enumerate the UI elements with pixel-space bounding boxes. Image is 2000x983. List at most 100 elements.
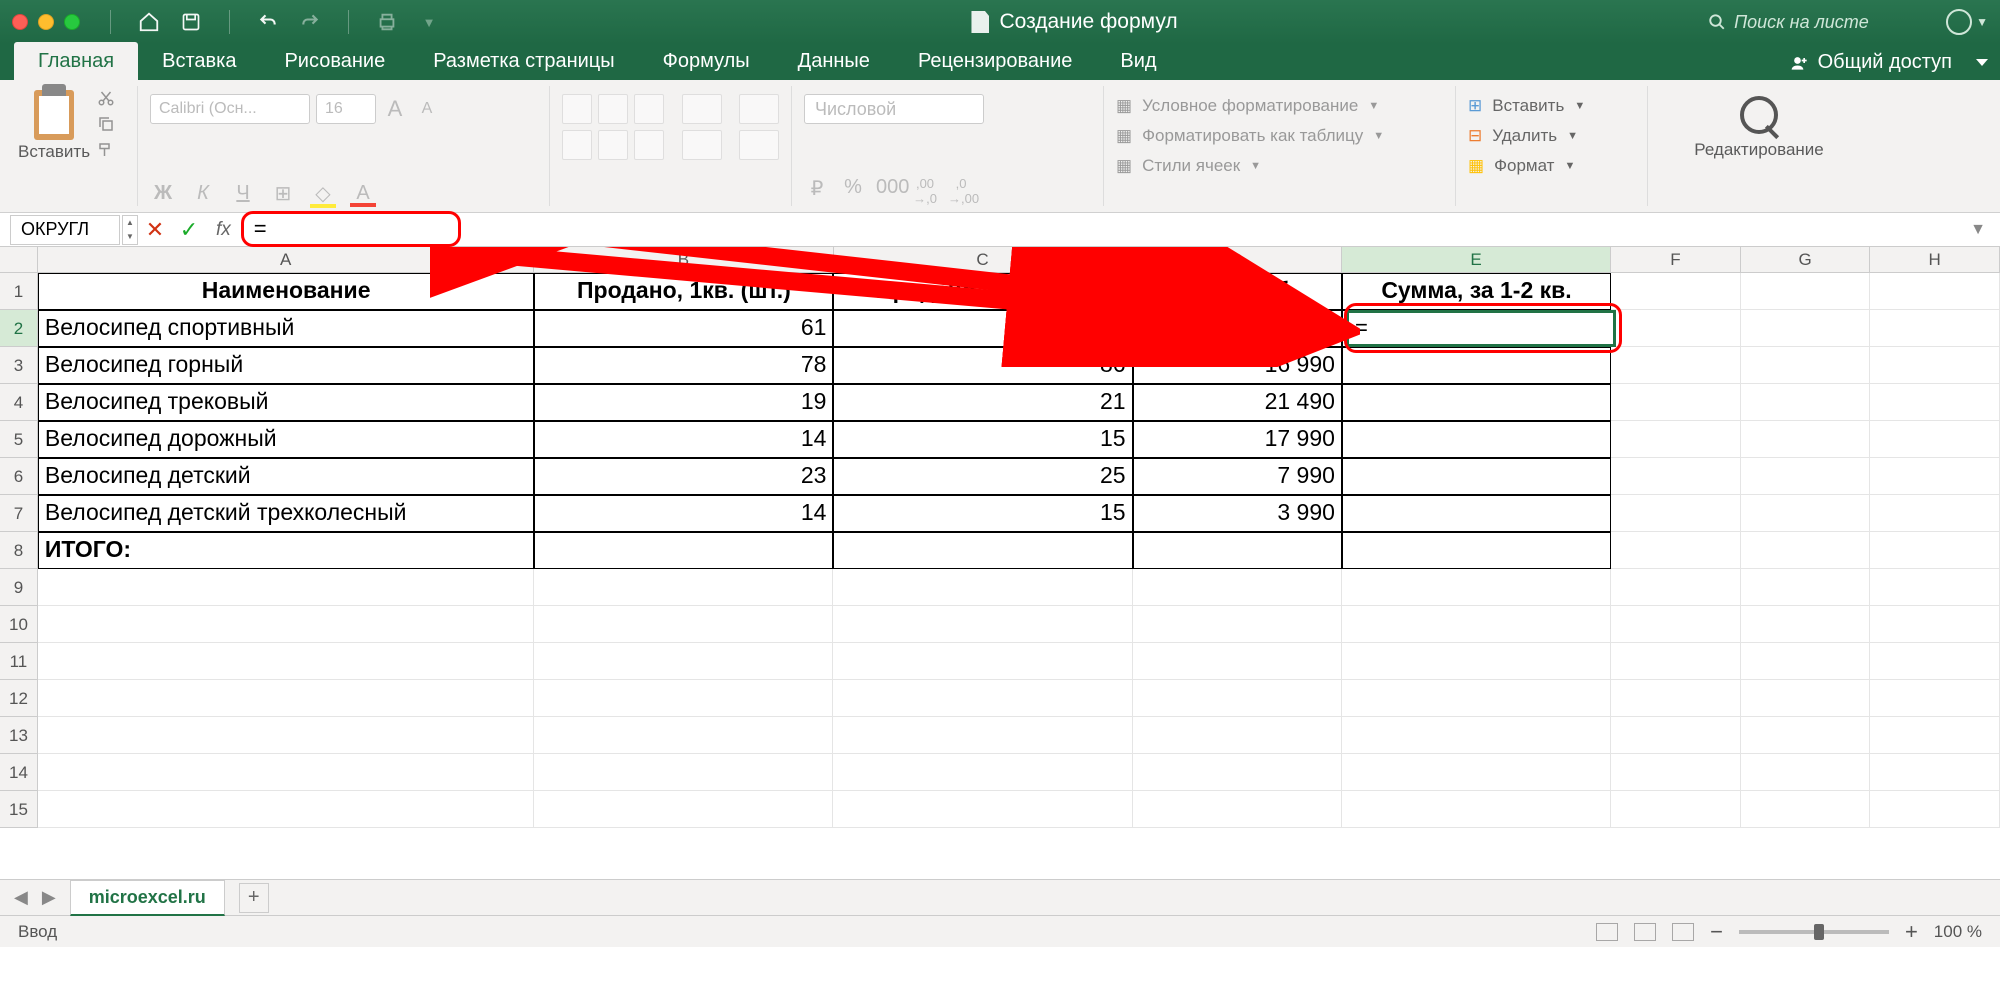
font-color-button[interactable]: А [350, 182, 376, 205]
zoom-in-button[interactable]: + [1905, 919, 1918, 945]
cell-b6[interactable]: 23 [534, 458, 833, 495]
font-name-select[interactable]: Calibri (Осн... [150, 94, 310, 124]
conditional-formatting-button[interactable]: ▦Условное форматирование▼ [1116, 96, 1443, 116]
cancel-formula-button[interactable]: ✕ [138, 217, 172, 243]
cell-d3[interactable]: 16 990 [1133, 347, 1342, 384]
normal-view-icon[interactable] [1596, 923, 1618, 941]
delete-cells-button[interactable]: ⊟Удалить▼ [1468, 126, 1635, 146]
increase-decimal-button[interactable]: ,00→,0 [912, 176, 938, 206]
cell-d7[interactable]: 3 990 [1133, 495, 1342, 532]
cell-h3[interactable] [1870, 347, 2000, 384]
col-header-a[interactable]: A [38, 247, 535, 272]
cell-c6[interactable]: 25 [833, 458, 1132, 495]
search-input[interactable] [1734, 12, 1914, 33]
row-header-6[interactable]: 6 [0, 458, 38, 495]
cell-d4[interactable]: 21 490 [1133, 384, 1342, 421]
fx-icon[interactable]: fx [216, 219, 231, 241]
orientation-button[interactable] [682, 94, 722, 124]
row-header-5[interactable]: 5 [0, 421, 38, 458]
decrease-decimal-button[interactable]: ,0→,00 [948, 176, 974, 206]
cell-c1[interactable]: Продано, 2кв. (шт.) [833, 273, 1132, 310]
cell-b7[interactable]: 14 [534, 495, 833, 532]
redo-icon[interactable] [298, 10, 322, 34]
tab-view[interactable]: Вид [1096, 42, 1180, 80]
cell-f6[interactable] [1611, 458, 1741, 495]
home-icon[interactable] [137, 10, 161, 34]
cell-f2[interactable] [1611, 310, 1741, 347]
cell-e7[interactable] [1342, 495, 1611, 532]
cell-f8[interactable] [1611, 532, 1741, 569]
cell-a5[interactable]: Велосипед дорожный [38, 421, 534, 458]
cell-g2[interactable] [1741, 310, 1871, 347]
fill-color-button[interactable]: ◇ [310, 181, 336, 206]
cut-icon[interactable] [96, 89, 116, 107]
cell-a8[interactable]: ИТОГО: [38, 532, 534, 569]
find-select-icon[interactable] [1740, 96, 1778, 134]
cell-h5[interactable] [1870, 421, 2000, 458]
print-icon[interactable] [375, 10, 399, 34]
ribbon-collapse-icon[interactable] [1976, 59, 1988, 66]
cell-h8[interactable] [1870, 532, 2000, 569]
cell-a1[interactable]: Наименование [38, 273, 534, 310]
page-layout-view-icon[interactable] [1634, 923, 1656, 941]
indent-left-button[interactable] [739, 94, 779, 124]
row-header-8[interactable]: 8 [0, 532, 38, 569]
cell-g3[interactable] [1741, 347, 1871, 384]
col-header-h[interactable]: H [1870, 247, 2000, 272]
close-window-button[interactable] [12, 14, 28, 30]
insert-cells-button[interactable]: ⊞Вставить▼ [1468, 96, 1635, 116]
col-header-b[interactable]: B [534, 247, 833, 272]
increase-font-icon[interactable]: A [382, 96, 408, 122]
cell-g1[interactable] [1741, 273, 1871, 310]
zoom-out-button[interactable]: − [1710, 919, 1723, 945]
cell-d8[interactable] [1133, 532, 1342, 569]
underline-button[interactable]: Ч [230, 182, 256, 205]
row-header-7[interactable]: 7 [0, 495, 38, 532]
row-header-11[interactable]: 11 [0, 643, 38, 680]
borders-button[interactable]: ⊞ [270, 181, 296, 206]
row-header-4[interactable]: 4 [0, 384, 38, 421]
cell-e4[interactable] [1342, 384, 1611, 421]
add-sheet-button[interactable]: + [239, 883, 269, 913]
cell-g7[interactable] [1741, 495, 1871, 532]
zoom-slider[interactable] [1739, 930, 1889, 934]
sheet-nav-next-icon[interactable]: ▶ [42, 887, 56, 908]
cell-b4[interactable]: 19 [534, 384, 833, 421]
cell-g4[interactable] [1741, 384, 1871, 421]
row-header-1[interactable]: 1 [0, 273, 38, 310]
cell-c8[interactable] [833, 532, 1132, 569]
cell-h6[interactable] [1870, 458, 2000, 495]
paste-icon[interactable] [34, 90, 74, 140]
sheet-nav-prev-icon[interactable]: ◀ [14, 887, 28, 908]
currency-button[interactable]: ₽ [804, 176, 830, 206]
col-header-e[interactable]: E [1342, 247, 1611, 272]
col-header-f[interactable]: F [1611, 247, 1741, 272]
row-header-2[interactable]: 2 [0, 310, 38, 347]
spreadsheet-grid[interactable]: A B C D E F G H 1 Наименование Продано, … [0, 247, 2000, 879]
cell-b5[interactable]: 14 [534, 421, 833, 458]
cell-h7[interactable] [1870, 495, 2000, 532]
col-header-d[interactable]: D [1133, 247, 1342, 272]
name-box[interactable]: ОКРУГЛ [10, 215, 120, 245]
italic-button[interactable]: К [190, 182, 216, 205]
cell-styles-button[interactable]: ▦Стили ячеек▼ [1116, 156, 1443, 176]
cell-g8[interactable] [1741, 532, 1871, 569]
active-cell[interactable]: = [1346, 310, 1616, 347]
tab-data[interactable]: Данные [774, 42, 894, 80]
row-header-10[interactable]: 10 [0, 606, 38, 643]
cell-f4[interactable] [1611, 384, 1741, 421]
row-header-15[interactable]: 15 [0, 791, 38, 828]
zoom-level[interactable]: 100 % [1934, 922, 1982, 942]
save-icon[interactable] [179, 10, 203, 34]
comma-button[interactable]: 000 [876, 176, 902, 206]
feedback-icon[interactable] [1946, 9, 1972, 35]
expand-formula-bar-icon[interactable]: ▼ [1970, 221, 1986, 239]
merge-button[interactable] [739, 130, 779, 160]
page-break-view-icon[interactable] [1672, 923, 1694, 941]
share-button[interactable]: Общий доступ [1776, 45, 1966, 80]
tab-home[interactable]: Главная [14, 42, 138, 80]
row-header-13[interactable]: 13 [0, 717, 38, 754]
alignment-grid[interactable] [562, 94, 664, 206]
number-format-select[interactable]: Числовой [804, 94, 984, 124]
format-painter-icon[interactable] [96, 141, 116, 159]
